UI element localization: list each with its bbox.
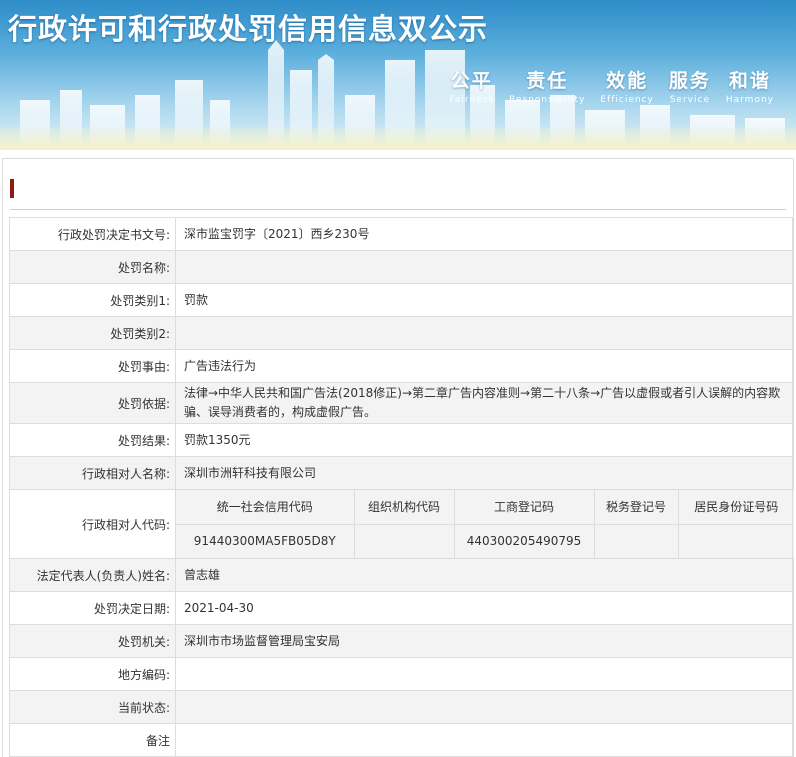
remark-value: [175, 723, 793, 757]
table-row: 行政相对人名称: 深圳市洲轩科技有限公司: [9, 456, 793, 490]
code-header: 居民身份证号码: [678, 490, 794, 525]
code-header-row: 统一社会信用代码 组织机构代码 工商登记码 税务登记号 居民身份证号码: [176, 490, 794, 525]
table-row: 处罚依据: 法律→中华人民共和国广告法(2018修正)→第二章广告内容准则→第二…: [9, 382, 793, 424]
field-label: 处罚结果:: [9, 423, 176, 457]
region-code-value: [175, 657, 793, 691]
slogan-en: Efficiency: [600, 95, 654, 105]
field-label: 地方编码:: [9, 657, 176, 691]
table-row: 处罚结果: 罚款1350元: [9, 423, 793, 457]
field-label: 处罚类别2:: [9, 316, 176, 350]
slogan-item: 和谐 Harmony: [726, 66, 774, 105]
table-row: 处罚名称:: [9, 250, 793, 284]
field-label: 行政处罚决定书文号:: [9, 217, 176, 251]
table-row: 处罚类别2:: [9, 316, 793, 350]
field-label: 处罚决定日期:: [9, 591, 176, 625]
table-row: 备注: [9, 723, 793, 757]
slogan-item: 效能 Efficiency: [600, 66, 654, 105]
slogan-zh: 和谐: [728, 70, 771, 92]
field-label: 当前状态:: [9, 690, 176, 724]
id-card-value: [678, 524, 794, 558]
tax-reg-value: [594, 524, 679, 558]
field-label: 处罚事由:: [9, 349, 176, 383]
table-row: 法定代表人(负责人)姓名: 曾志雄: [9, 558, 793, 592]
credit-code-value: 91440300MA5FB05D8Y: [176, 524, 355, 558]
business-reg-value: 440300205490795: [454, 524, 595, 558]
legal-rep-value: 曾志雄: [175, 558, 793, 592]
code-header: 统一社会信用代码: [176, 490, 355, 525]
section-divider: [10, 209, 786, 210]
slogan-zh: 公平: [450, 70, 493, 92]
table-row: 处罚类别1: 罚款: [9, 283, 793, 317]
status-value: [175, 690, 793, 724]
table-row: 处罚决定日期: 2021-04-30: [9, 591, 793, 625]
field-label: 备注: [9, 723, 176, 757]
category1-value: 罚款: [175, 283, 793, 317]
field-label: 行政相对人代码:: [9, 489, 176, 559]
party-code-cell: 统一社会信用代码 组织机构代码 工商登记码 税务登记号 居民身份证号码 9144…: [175, 489, 794, 559]
slogan-group: 公平 Fairness 责任 Responsibility 效能 Efficie…: [450, 66, 774, 105]
decision-no-value: 深市监宝罚字〔2021〕西乡230号: [175, 217, 793, 251]
reason-value: 广告违法行为: [175, 349, 793, 383]
field-label: 处罚名称:: [9, 250, 176, 284]
section-marker: [10, 179, 14, 198]
table-row: 行政处罚决定书文号: 深市监宝罚字〔2021〕西乡230号: [9, 217, 793, 251]
authority-value: 深圳市市场监督管理局宝安局: [175, 624, 793, 658]
code-header: 税务登记号: [594, 490, 679, 525]
slogan-item: 责任 Responsibility: [509, 66, 585, 105]
field-label: 处罚依据:: [9, 382, 176, 424]
penalty-info-table: 行政处罚决定书文号: 深市监宝罚字〔2021〕西乡230号 处罚名称: 处罚类别…: [9, 217, 794, 757]
field-label: 法定代表人(负责人)姓名:: [9, 558, 176, 592]
party-name-value: 深圳市洲轩科技有限公司: [175, 456, 793, 490]
table-row: 处罚机关: 深圳市市场监督管理局宝安局: [9, 624, 793, 658]
field-label: 行政相对人名称:: [9, 456, 176, 490]
slogan-zh: 责任: [526, 70, 569, 92]
slogan-en: Fairness: [449, 95, 495, 105]
code-header: 组织机构代码: [354, 490, 455, 525]
result-value: 罚款1350元: [175, 423, 793, 457]
table-row: 行政相对人代码: 统一社会信用代码 组织机构代码 工商登记码 税务登记号 居民身…: [9, 489, 794, 559]
category2-value: [175, 316, 793, 350]
field-label: 处罚类别1:: [9, 283, 176, 317]
table-row: 地方编码:: [9, 657, 793, 691]
slogan-zh: 效能: [606, 70, 649, 92]
party-code-table: 统一社会信用代码 组织机构代码 工商登记码 税务登记号 居民身份证号码 9144…: [176, 490, 794, 558]
org-code-value: [354, 524, 455, 558]
code-header: 工商登记码: [454, 490, 595, 525]
page-title: 行政许可和行政处罚信用信息双公示: [8, 12, 489, 46]
basis-value: 法律→中华人民共和国广告法(2018修正)→第二章广告内容准则→第二十八条→广告…: [175, 382, 793, 424]
slogan-zh: 服务: [668, 70, 711, 92]
slogan-en: Harmony: [725, 95, 774, 105]
code-value-row: 91440300MA5FB05D8Y 440300205490795: [176, 524, 794, 558]
ground-strip: [0, 128, 796, 150]
slogan-item: 服务 Service: [669, 66, 711, 105]
slogan-en: Responsibility: [509, 95, 586, 105]
penalty-name-value: [175, 250, 793, 284]
header-banner: 行政许可和行政处罚信用信息双公示 公平 Fairness 责任 Responsi…: [0, 0, 796, 150]
slogan-item: 公平 Fairness: [450, 66, 495, 105]
table-row: 处罚事由: 广告违法行为: [9, 349, 793, 383]
field-label: 处罚机关:: [9, 624, 176, 658]
slogan-en: Service: [669, 95, 710, 105]
table-row: 当前状态:: [9, 690, 793, 724]
decision-date-value: 2021-04-30: [175, 591, 793, 625]
